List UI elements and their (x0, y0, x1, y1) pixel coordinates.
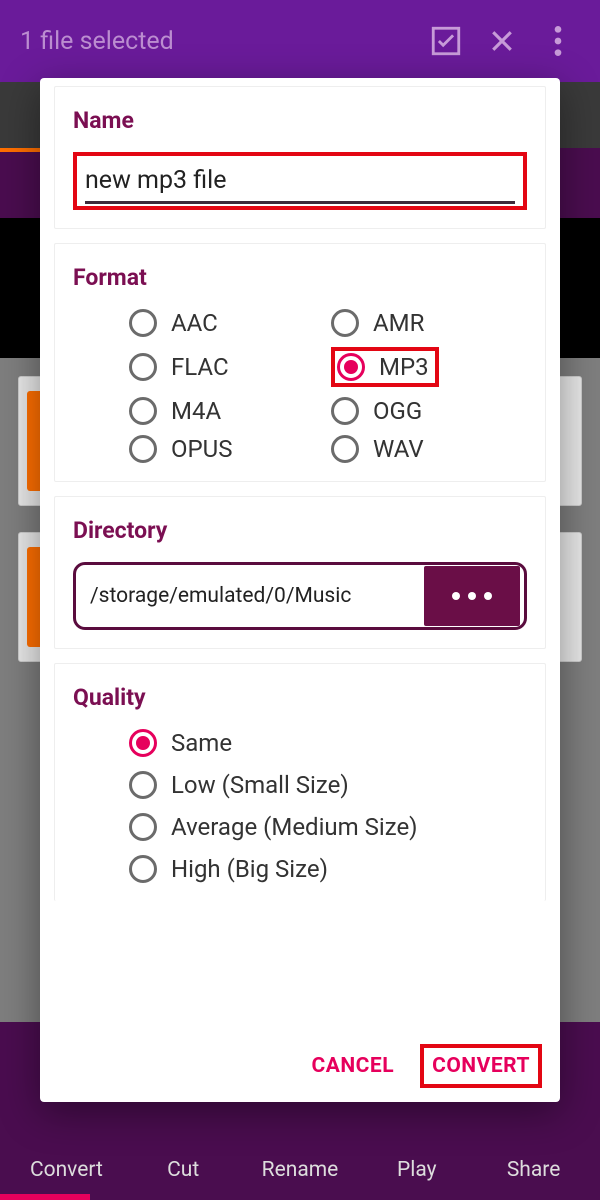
format-option-opus[interactable]: OPUS (129, 435, 325, 463)
radio-icon (129, 353, 157, 381)
radio-icon (129, 771, 157, 799)
format-option-ogg[interactable]: OGG (331, 397, 527, 425)
format-option-amr[interactable]: AMR (331, 309, 527, 337)
quality-section: Quality Same Low (Small Size) Average (Med… (54, 663, 546, 901)
convert-dialog: Name Format AAC AMR FLAC MP3 M4A OGG OPUS WAV D… (40, 78, 560, 1102)
directory-title: Directory (73, 517, 527, 544)
quality-label: Same (171, 729, 232, 757)
format-title: Format (73, 264, 527, 291)
format-label: AMR (373, 309, 424, 337)
radio-icon (331, 397, 359, 425)
quality-option[interactable]: Average (Medium Size) (129, 813, 527, 841)
dialog-actions: CANCEL CONVERT (40, 1036, 560, 1102)
radio-icon (337, 353, 365, 381)
format-label: MP3 (379, 353, 429, 381)
radio-icon (331, 309, 359, 337)
name-highlight (73, 152, 527, 210)
format-section: Format AAC AMR FLAC MP3 M4A OGG OPUS WAV (54, 243, 546, 482)
radio-icon (129, 813, 157, 841)
directory-field[interactable]: /storage/emulated/0/Music (73, 562, 527, 630)
radio-icon (129, 435, 157, 463)
format-option-mp3[interactable]: MP3 (331, 347, 527, 387)
format-label: FLAC (171, 353, 229, 381)
directory-browse-button[interactable] (424, 566, 520, 626)
ellipsis-icon (452, 592, 492, 600)
format-option-wav[interactable]: WAV (331, 435, 527, 463)
format-option-flac[interactable]: FLAC (129, 347, 325, 387)
radio-icon (129, 397, 157, 425)
format-label: WAV (373, 435, 424, 463)
quality-title: Quality (73, 684, 527, 711)
name-title: Name (73, 107, 527, 134)
format-label: M4A (171, 397, 221, 425)
directory-path: /storage/emulated/0/Music (76, 584, 424, 608)
format-highlight: MP3 (331, 347, 439, 387)
quality-option[interactable]: High (Big Size) (129, 855, 527, 883)
radio-icon (129, 729, 157, 757)
quality-label: Low (Small Size) (171, 771, 349, 799)
format-label: OGG (373, 397, 422, 425)
quality-label: High (Big Size) (171, 855, 328, 883)
quality-option[interactable]: Same (129, 729, 527, 757)
format-option-m4a[interactable]: M4A (129, 397, 325, 425)
radio-icon (129, 855, 157, 883)
cancel-button[interactable]: CANCEL (297, 1044, 408, 1088)
format-label: OPUS (171, 435, 232, 463)
convert-button[interactable]: CONVERT (420, 1044, 542, 1088)
quality-label: Average (Medium Size) (171, 813, 418, 841)
radio-icon (331, 435, 359, 463)
format-option-aac[interactable]: AAC (129, 309, 325, 337)
format-label: AAC (171, 309, 218, 337)
name-section: Name (54, 86, 546, 229)
name-input[interactable] (85, 162, 515, 204)
directory-section: Directory /storage/emulated/0/Music (54, 496, 546, 649)
quality-option[interactable]: Low (Small Size) (129, 771, 527, 799)
radio-icon (129, 309, 157, 337)
